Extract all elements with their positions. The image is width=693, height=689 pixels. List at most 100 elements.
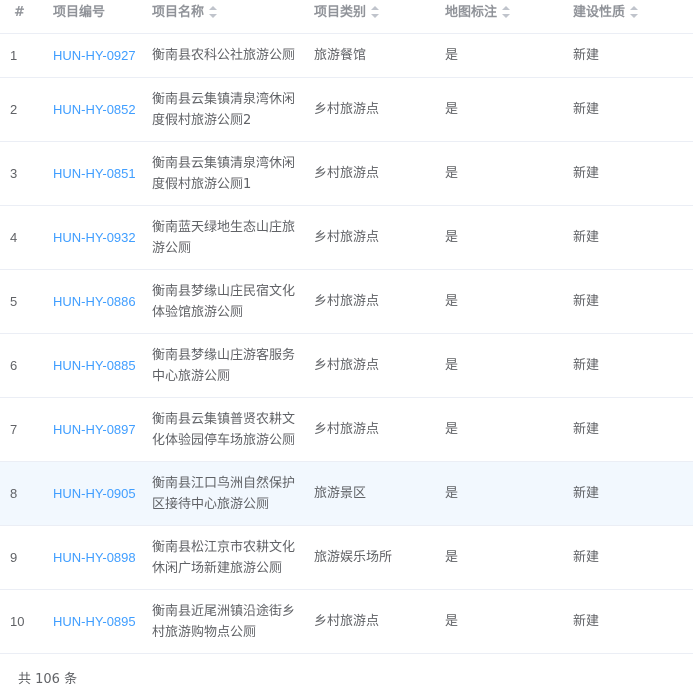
table-row[interactable]: 1 HUN-HY-0927 衡南县农科公社旅游公厕 旅游餐馆 是 新建 bbox=[0, 34, 693, 78]
table-row[interactable]: 2 HUN-HY-0852 衡南县云集镇清泉湾休闲度假村旅游公厕2 乡村旅游点 是 新建 bbox=[0, 78, 693, 142]
cell-index-text: 8 bbox=[10, 486, 18, 501]
cell-code-link: HUN-HY-0852 bbox=[53, 78, 148, 141]
cell-name-text: 衡南县近尾洲镇沿途街乡村旅游购物点公厕 bbox=[152, 603, 296, 640]
cell-name: 衡南县梦缘山庄民宿文化体验馆旅游公厕 bbox=[152, 270, 302, 333]
sort-caret-icon[interactable] bbox=[209, 6, 218, 18]
cell-map-mark-text: 是 bbox=[445, 550, 459, 565]
cell-name: 衡南县云集镇清泉湾休闲度假村旅游公厕1 bbox=[152, 142, 302, 205]
cell-build-nature-text: 新建 bbox=[573, 48, 600, 63]
cell-index: 8 bbox=[10, 462, 40, 525]
cell-code-link-text[interactable]: HUN-HY-0932 bbox=[53, 227, 136, 248]
sort-caret-icon[interactable] bbox=[630, 6, 639, 18]
cell-name-text: 衡南县云集镇清泉湾休闲度假村旅游公厕1 bbox=[152, 155, 296, 192]
cell-map-mark-text: 是 bbox=[445, 486, 459, 501]
cell-build-nature-text: 新建 bbox=[573, 102, 600, 117]
cell-index: 1 bbox=[10, 34, 40, 77]
cell-index-text: 4 bbox=[10, 230, 18, 245]
cell-build-nature: 新建 bbox=[573, 34, 683, 77]
header-code: 项目编号 bbox=[53, 0, 148, 33]
cell-code-link-text[interactable]: HUN-HY-0897 bbox=[53, 419, 136, 440]
header-code-label: 项目编号 bbox=[53, 5, 106, 20]
cell-map-mark: 是 bbox=[445, 398, 555, 461]
sort-caret-icon[interactable] bbox=[371, 6, 380, 18]
table-row[interactable]: 10 HUN-HY-0895 衡南县近尾洲镇沿途街乡村旅游购物点公厕 乡村旅游点 是 新建 bbox=[0, 590, 693, 654]
cell-type-text: 乡村旅游点 bbox=[314, 422, 380, 437]
cell-type-text: 乡村旅游点 bbox=[314, 102, 380, 117]
cell-code-link-text[interactable]: HUN-HY-0905 bbox=[53, 483, 136, 504]
cell-name-text: 衡南蓝天绿地生态山庄旅游公厕 bbox=[152, 219, 296, 256]
cell-index: 7 bbox=[10, 398, 40, 461]
cell-name-text: 衡南县松江京市农耕文化休闲广场新建旅游公厕 bbox=[152, 539, 296, 576]
header-name[interactable]: 项目名称 bbox=[152, 0, 302, 33]
header-build-nature-label: 建设性质 bbox=[573, 5, 626, 20]
cell-name: 衡南县江口鸟洲自然保护区接待中心旅游公厕 bbox=[152, 462, 302, 525]
table-row[interactable]: 5 HUN-HY-0886 衡南县梦缘山庄民宿文化体验馆旅游公厕 乡村旅游点 是 新建 bbox=[0, 270, 693, 334]
cell-map-mark-text: 是 bbox=[445, 166, 459, 181]
cell-code-link: HUN-HY-0895 bbox=[53, 590, 148, 653]
cell-map-mark: 是 bbox=[445, 526, 555, 589]
cell-map-mark: 是 bbox=[445, 78, 555, 141]
cell-build-nature: 新建 bbox=[573, 462, 683, 525]
cell-build-nature-text: 新建 bbox=[573, 230, 600, 245]
table-row[interactable]: 6 HUN-HY-0885 衡南县梦缘山庄游客服务中心旅游公厕 乡村旅游点 是 新建 bbox=[0, 334, 693, 398]
cell-index-text: 6 bbox=[10, 358, 18, 373]
cell-code-link: HUN-HY-0885 bbox=[53, 334, 148, 397]
cell-code-link: HUN-HY-0898 bbox=[53, 526, 148, 589]
cell-map-mark-text: 是 bbox=[445, 614, 459, 629]
cell-type: 乡村旅游点 bbox=[314, 590, 434, 653]
cell-build-nature-text: 新建 bbox=[573, 486, 600, 501]
table-row[interactable]: 3 HUN-HY-0851 衡南县云集镇清泉湾休闲度假村旅游公厕1 乡村旅游点 是 新建 bbox=[0, 142, 693, 206]
cell-type-text: 乡村旅游点 bbox=[314, 358, 380, 373]
sort-caret-icon[interactable] bbox=[502, 6, 511, 18]
cell-code-link-text[interactable]: HUN-HY-0852 bbox=[53, 99, 136, 120]
header-build-nature[interactable]: 建设性质 bbox=[573, 0, 683, 33]
cell-map-mark-text: 是 bbox=[445, 230, 459, 245]
cell-map-mark: 是 bbox=[445, 142, 555, 205]
cell-type: 乡村旅游点 bbox=[314, 334, 434, 397]
cell-name: 衡南县农科公社旅游公厕 bbox=[152, 34, 302, 77]
cell-build-nature: 新建 bbox=[573, 142, 683, 205]
cell-type-text: 乡村旅游点 bbox=[314, 230, 380, 245]
table-row[interactable]: 7 HUN-HY-0897 衡南县云集镇普贤农耕文化体验园停车场旅游公厕 乡村旅游点 是… bbox=[0, 398, 693, 462]
header-map-mark-label: 地图标注 bbox=[445, 5, 498, 20]
cell-build-nature-text: 新建 bbox=[573, 294, 600, 309]
cell-build-nature: 新建 bbox=[573, 270, 683, 333]
cell-code-link-text[interactable]: HUN-HY-0927 bbox=[53, 45, 136, 66]
cell-index: 3 bbox=[10, 142, 40, 205]
cell-index-text: 10 bbox=[10, 614, 25, 629]
cell-type: 乡村旅游点 bbox=[314, 270, 434, 333]
cell-code-link-text[interactable]: HUN-HY-0851 bbox=[53, 163, 136, 184]
table-row[interactable]: 8 HUN-HY-0905 衡南县江口鸟洲自然保护区接待中心旅游公厕 旅游景区 是 新建 bbox=[0, 462, 693, 526]
cell-name-text: 衡南县云集镇普贤农耕文化体验园停车场旅游公厕 bbox=[152, 411, 296, 448]
cell-map-mark-text: 是 bbox=[445, 48, 459, 63]
cell-build-nature-text: 新建 bbox=[573, 166, 600, 181]
cell-type: 乡村旅游点 bbox=[314, 78, 434, 141]
cell-code-link: HUN-HY-0897 bbox=[53, 398, 148, 461]
project-table: # 项目编号 项目名称 项目类别 地图标注 建设性质 1 HUN-HY-0927… bbox=[0, 0, 693, 654]
header-type[interactable]: 项目类别 bbox=[314, 0, 434, 33]
cell-code-link-text[interactable]: HUN-HY-0895 bbox=[53, 611, 136, 632]
header-map-mark[interactable]: 地图标注 bbox=[445, 0, 555, 33]
cell-type-text: 乡村旅游点 bbox=[314, 294, 380, 309]
cell-index: 4 bbox=[10, 206, 40, 269]
cell-name-text: 衡南县江口鸟洲自然保护区接待中心旅游公厕 bbox=[152, 475, 296, 512]
cell-map-mark-text: 是 bbox=[445, 358, 459, 373]
table-body: 1 HUN-HY-0927 衡南县农科公社旅游公厕 旅游餐馆是新建 2 HUN-HY-08… bbox=[0, 34, 693, 654]
cell-name-text: 衡南县云集镇清泉湾休闲度假村旅游公厕2 bbox=[152, 91, 296, 128]
header-index-label: # bbox=[14, 5, 25, 20]
cell-index: 5 bbox=[10, 270, 40, 333]
cell-code-link: HUN-HY-0851 bbox=[53, 142, 148, 205]
cell-map-mark: 是 bbox=[445, 206, 555, 269]
cell-type-text: 旅游娱乐场所 bbox=[314, 550, 393, 565]
cell-name: 衡南蓝天绿地生态山庄旅游公厕 bbox=[152, 206, 302, 269]
cell-code-link: HUN-HY-0927 bbox=[53, 34, 148, 77]
table-row[interactable]: 9 HUN-HY-0898 衡南县松江京市农耕文化休闲广场新建旅游公厕 旅游娱乐场所 是… bbox=[0, 526, 693, 590]
cell-code-link-text[interactable]: HUN-HY-0898 bbox=[53, 547, 136, 568]
cell-build-nature-text: 新建 bbox=[573, 422, 600, 437]
cell-index: 9 bbox=[10, 526, 40, 589]
cell-code-link-text[interactable]: HUN-HY-0886 bbox=[53, 291, 136, 312]
table-row[interactable]: 4 HUN-HY-0932 衡南蓝天绿地生态山庄旅游公厕 乡村旅游点 是 新建 bbox=[0, 206, 693, 270]
cell-code-link-text[interactable]: HUN-HY-0885 bbox=[53, 355, 136, 376]
cell-map-mark: 是 bbox=[445, 334, 555, 397]
cell-type-text: 乡村旅游点 bbox=[314, 614, 380, 629]
